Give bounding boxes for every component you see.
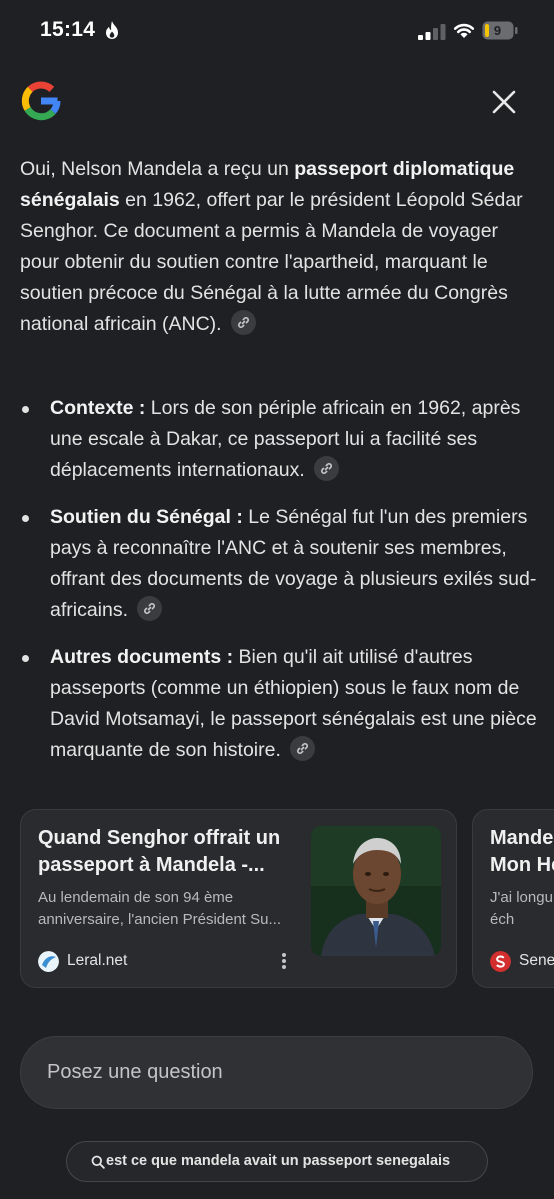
source-card[interactable]: Mande Mon He J'ai longu à cet éch Sene: [472, 809, 554, 988]
cellular-signal-icon: [418, 24, 446, 40]
bullet-label: Autres documents :: [50, 646, 234, 668]
search-query-pill[interactable]: est ce que mandela avait un passeport se…: [66, 1141, 488, 1182]
close-icon[interactable]: [490, 88, 518, 116]
bullet-item: Soutien du Sénégal : Le Sénégal fut l'un…: [20, 502, 540, 626]
card-source-name: Sene: [519, 952, 554, 969]
status-time: 15:14: [40, 18, 96, 41]
link-icon: [321, 463, 333, 474]
card-snippet: Au lendemain de son 94 ème anniversaire,…: [38, 889, 281, 928]
search-icon: [91, 1155, 105, 1169]
source-link-button[interactable]: [137, 596, 163, 621]
senenews-logo-icon: [490, 951, 511, 972]
source-link-button[interactable]: [314, 456, 340, 481]
bullet-item: Autres documents : Bien qu'il ait utilis…: [20, 642, 540, 766]
ai-overview-screen: 15:14 9 Oui, Nelson Mandela a reçu un pa…: [0, 0, 554, 1199]
card-title: Quand Senghor offrait un passeport à Man…: [38, 827, 281, 876]
bullet-label: Soutien du Sénégal :: [50, 506, 243, 528]
card-thumbnail-portrait: [311, 826, 441, 956]
google-g-icon: [21, 81, 61, 121]
wifi-icon: [453, 23, 475, 38]
scrolling-text-fade: [20, 1014, 534, 1026]
ask-placeholder: Posez une question: [47, 1061, 223, 1083]
card-more-options-icon[interactable]: [277, 950, 291, 972]
bullet-label: Contexte :: [50, 397, 146, 419]
card-title: Mande Mon He: [490, 827, 554, 876]
source-card[interactable]: Quand Senghor offrait un passeport à Man…: [20, 809, 457, 988]
answer-bullet-list: Contexte : Lors de son périple africain …: [20, 393, 540, 782]
link-icon: [144, 603, 156, 614]
source-cards-carousel[interactable]: Quand Senghor offrait un passeport à Man…: [20, 809, 554, 989]
ask-question-input[interactable]: Posez une question: [20, 1036, 533, 1109]
search-query-text: est ce que mandela avait un passeport se…: [106, 1153, 451, 1169]
answer-intro-prefix: Oui, Nelson Mandela a reçu un: [20, 158, 295, 180]
bullet-item: Contexte : Lors de son périple africain …: [20, 393, 540, 486]
card-snippet: J'ai longu à cet éch: [490, 889, 554, 928]
card-source-name: Leral.net: [67, 952, 128, 969]
answer-paragraph: Oui, Nelson Mandela a reçu un passeport …: [20, 154, 536, 340]
source-link-button[interactable]: [290, 736, 316, 761]
leral-logo-icon: [38, 951, 59, 972]
hotspot-flame-icon: [106, 21, 118, 39]
battery-level: 9: [493, 23, 502, 38]
link-icon: [297, 743, 309, 754]
status-bar: 15:14 9: [0, 0, 554, 62]
link-icon: [238, 317, 249, 328]
source-link-button[interactable]: [231, 310, 257, 335]
